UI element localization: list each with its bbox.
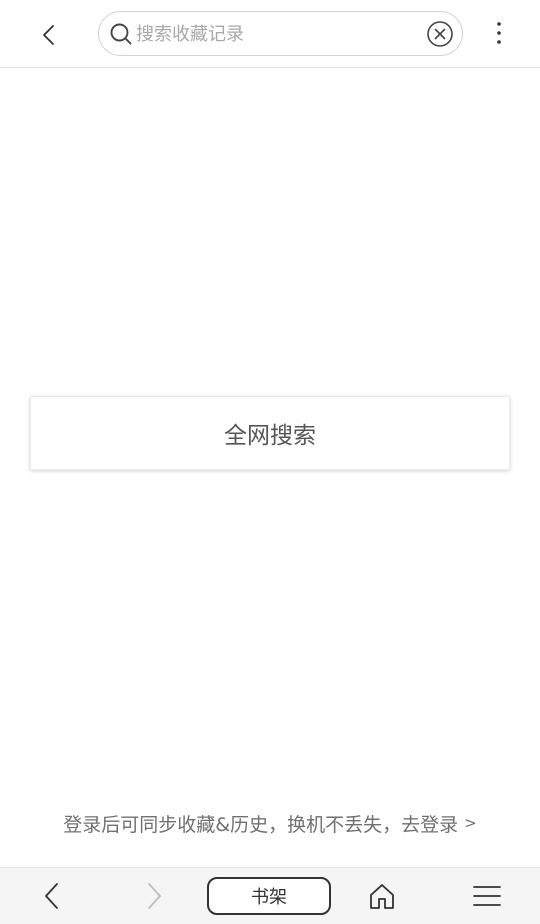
nav-back-button[interactable] [31,876,71,916]
login-arrow: > [464,814,477,832]
nav-forward-button[interactable] [135,876,175,916]
login-prompt-link[interactable]: 登录后可同步收藏&历史，换机不丢失，去登录 > [0,806,540,840]
chevron-right-icon [148,883,161,909]
bottom-toolbar: 书架 [0,867,540,924]
search-icon [110,23,132,45]
menu-button[interactable] [467,876,507,916]
bookshelf-button[interactable]: 书架 [207,877,331,915]
home-icon [370,884,394,909]
clear-circle-icon[interactable] [426,20,454,48]
chevron-left-icon [43,25,54,45]
back-button[interactable] [30,18,66,52]
search-input[interactable] [136,18,416,50]
search-all-label: 全网搜索 [224,423,316,449]
menu-icon [473,886,501,906]
home-button[interactable] [362,876,402,916]
top-bar [0,0,540,68]
more-button[interactable] [484,16,514,50]
more-vertical-icon [497,22,501,44]
search-box[interactable] [98,11,463,56]
login-prompt-text: 登录后可同步收藏&历史，换机不丢失，去登录 [63,813,459,836]
search-all-button[interactable]: 全网搜索 [30,396,510,470]
bookshelf-label: 书架 [251,887,287,908]
chevron-left-icon [45,883,58,909]
